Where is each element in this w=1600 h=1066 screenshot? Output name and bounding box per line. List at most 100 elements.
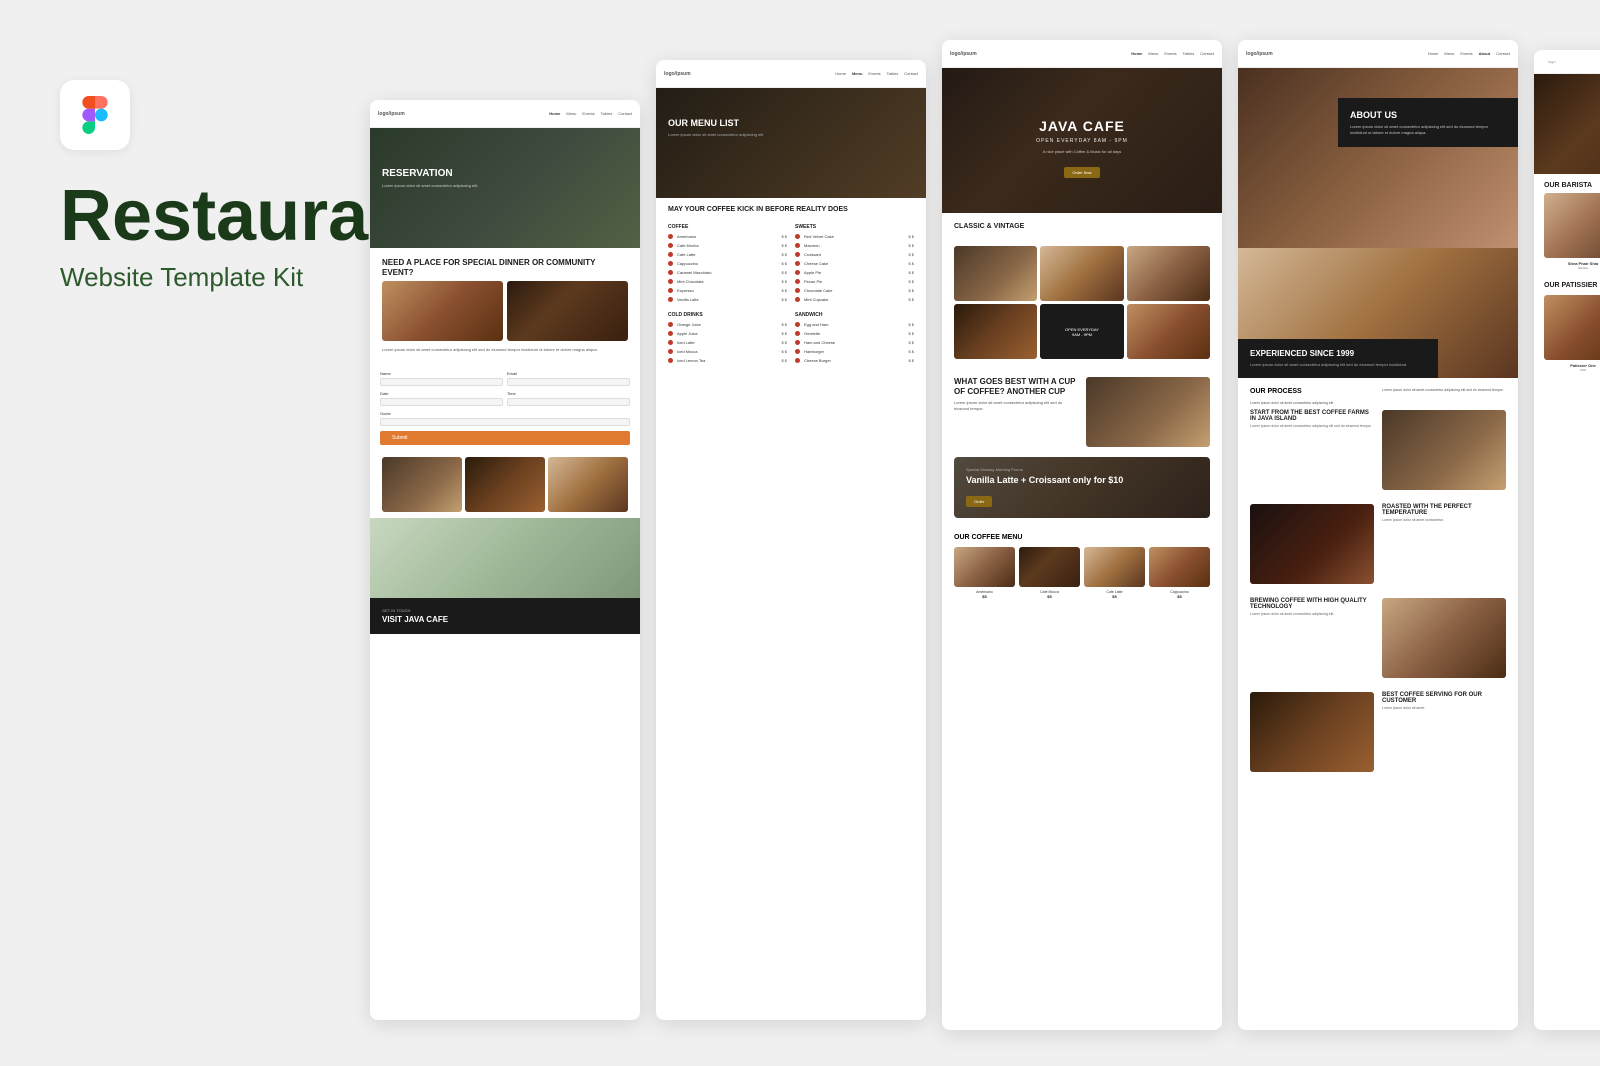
grid-photo-2 bbox=[1040, 246, 1123, 301]
item-price: $ $ bbox=[908, 349, 914, 354]
dot-icon bbox=[668, 297, 673, 302]
menu-item-omelette: Omelette $ $ bbox=[795, 331, 914, 336]
patissier-1-photo bbox=[1544, 295, 1600, 360]
latte-art-photo bbox=[548, 457, 628, 512]
card3-nav: logo/ipsum Home Menu Events Tables Conta… bbox=[942, 40, 1222, 68]
form-name-label: Name bbox=[380, 371, 503, 376]
item-name: Iced Latte bbox=[677, 340, 777, 345]
brand-subtitle: Website Template Kit bbox=[60, 262, 360, 293]
previews-container: logo/ipsum Home Menu Events Tables Conta… bbox=[370, 40, 1580, 1046]
item-price: $ $ bbox=[781, 358, 787, 363]
dot-icon bbox=[795, 340, 800, 345]
reservation-hero: RESERVATION Lorem ipsum dolor sit amet c… bbox=[370, 128, 640, 248]
menu-hero-content: OUR MENU LIST Lorem ipsum dolor sit amet… bbox=[656, 88, 926, 150]
java-cafe-btn[interactable]: Order Now bbox=[1064, 167, 1099, 178]
what-goes-desc: Lorem ipsum dolor sit amet consectetur a… bbox=[954, 400, 1078, 412]
americano-photo bbox=[954, 547, 1015, 587]
card1-footer: GET IN TOUCH VISIT JAVA CAFE bbox=[370, 598, 640, 634]
cold-drinks-category: COLD DRINKS bbox=[668, 312, 787, 318]
card1-nav-menu: Menu bbox=[566, 111, 576, 116]
since-title: EXPERIENCED SINCE 1999 bbox=[1250, 349, 1426, 358]
form-email-label: Email bbox=[507, 371, 630, 376]
menu-hero-title: OUR MENU LIST bbox=[668, 118, 914, 128]
reservation-hero-desc: Lorem ipsum dolor sit amet consectetur a… bbox=[382, 183, 628, 189]
item-price: $ $ bbox=[908, 288, 914, 293]
form-name-group: Name bbox=[380, 371, 503, 391]
dot-icon bbox=[668, 340, 673, 345]
form-email-input[interactable] bbox=[507, 378, 630, 386]
process-item-4-text: BEST COFFEE SERVING FOR OUR CUSTOMER Lor… bbox=[1382, 692, 1506, 778]
menu-item-icedlemon: Iced Lemon Tea $ $ bbox=[668, 358, 787, 363]
mocca-photo bbox=[1019, 547, 1080, 587]
open-sign-text: OPEN EVERYDAY9AM - 9PM bbox=[1061, 323, 1103, 341]
process-item-1-desc: Lorem ipsum dolor sit amet consectetur a… bbox=[1250, 424, 1374, 429]
item-price: $ $ bbox=[781, 297, 787, 302]
card3-nav-menu: Menu bbox=[1148, 51, 1158, 56]
menu-item-icedlatte: Iced Latte $ $ bbox=[668, 340, 787, 345]
mocca-price: $5 bbox=[1019, 594, 1080, 599]
process-item-4: BEST COFFEE SERVING FOR OUR CUSTOMER Lor… bbox=[1250, 692, 1506, 778]
coffee-menu-mocca: Cafe Mocca $5 bbox=[1019, 547, 1080, 599]
menu-item-espresso: Espresso $ $ bbox=[668, 288, 787, 293]
item-price: $ $ bbox=[908, 270, 914, 275]
barista-1: Shea Phair Shia Barista bbox=[1544, 193, 1600, 270]
item-name: Mint Chocolate bbox=[677, 279, 777, 284]
item-name: Vanilla Latte bbox=[677, 297, 777, 302]
form-time-input[interactable] bbox=[507, 398, 630, 406]
menu-item-redvelvet: Red Velvet Cake $ $ bbox=[795, 234, 914, 239]
menu-item-cheesecake: Cheese Cake $ $ bbox=[795, 261, 914, 266]
left-branding: Restaurant Website Template Kit bbox=[60, 80, 360, 293]
cafelatte-price: $5 bbox=[1084, 594, 1145, 599]
reservation-card: logo/ipsum Home Menu Events Tables Conta… bbox=[370, 100, 640, 1020]
since-section: EXPERIENCED SINCE 1999 Lorem ipsum dolor… bbox=[1238, 248, 1518, 378]
need-place-title: NEED A PLACE FOR SPECIAL DINNER OR COMMU… bbox=[382, 258, 628, 277]
item-price: $ $ bbox=[908, 234, 914, 239]
form-date-group: Date bbox=[380, 391, 503, 411]
item-name: Apple Pie bbox=[804, 270, 904, 275]
item-price: $ $ bbox=[781, 270, 787, 275]
promo-title: Vanilla Latte + Croissant only for $10 bbox=[966, 475, 1198, 486]
need-place-section: NEED A PLACE FOR SPECIAL DINNER OR COMMU… bbox=[370, 248, 640, 363]
dot-icon bbox=[668, 322, 673, 327]
java-cafe-hero-content: JAVA CAFE OPEN EVERYDAY 8AM - 9PM A nice… bbox=[942, 68, 1222, 191]
since-desc: Lorem ipsum dolor sit amet consectetur a… bbox=[1250, 362, 1426, 368]
item-price: $ $ bbox=[908, 297, 914, 302]
form-date-row: Date Time bbox=[380, 391, 630, 411]
item-name: Apple Juice bbox=[677, 331, 777, 336]
grid-photo-1 bbox=[954, 246, 1037, 301]
menu-item-icedmocca: Iced Mocca $ $ bbox=[668, 349, 787, 354]
card2-nav-menu: Menu bbox=[852, 71, 862, 76]
card4-nav: logo/ipsum Home Menu Events About Contac… bbox=[1238, 40, 1518, 68]
item-price: $ $ bbox=[908, 340, 914, 345]
menu-item-choccake: Chocolate Cake $ $ bbox=[795, 288, 914, 293]
coffee-menu-grid: Americano $5 Cafe Mocca $5 Cafe Latte $5… bbox=[954, 547, 1210, 599]
form-guest-input[interactable] bbox=[380, 418, 630, 426]
submit-button[interactable]: Submit bbox=[380, 431, 630, 445]
menu-hero-desc: Lorem ipsum dolor sit amet consectetur a… bbox=[668, 132, 914, 138]
menu-two-col: COFFEE Americano $ $ Cafe Mocha $ $ Cafe… bbox=[668, 218, 914, 306]
item-price: $ $ bbox=[781, 288, 787, 293]
card2-nav: logo/ipsum Home Menu Events Tables Conta… bbox=[656, 60, 926, 88]
grid-photo-4 bbox=[954, 304, 1037, 359]
dot-icon bbox=[795, 234, 800, 239]
java-cafe-subtitle: OPEN EVERYDAY 8AM - 9PM bbox=[954, 138, 1210, 144]
menu-list-section: MAY YOUR COFFEE KICK IN BEFORE REALITY D… bbox=[656, 198, 926, 375]
item-price: $ $ bbox=[908, 358, 914, 363]
card3-nav-tables: Tables bbox=[1183, 51, 1195, 56]
americano-price: $5 bbox=[954, 594, 1015, 599]
coffee-menu-cafelatte: Cafe Latte $5 bbox=[1084, 547, 1145, 599]
dot-icon bbox=[668, 243, 673, 248]
card1-logo: logo/ipsum bbox=[378, 111, 405, 117]
promo-btn[interactable]: Order bbox=[966, 496, 992, 507]
card3-nav-home: Home bbox=[1131, 51, 1142, 56]
item-price: $ $ bbox=[781, 279, 787, 284]
menu-item-mint: Mint Chocolate $ $ bbox=[668, 279, 787, 284]
menu-item-aj: Apple Juice $ $ bbox=[668, 331, 787, 336]
form-date-input[interactable] bbox=[380, 398, 503, 406]
card2-nav-events: Events bbox=[868, 71, 880, 76]
form-name-input[interactable] bbox=[380, 378, 503, 386]
dot-icon bbox=[795, 270, 800, 275]
form-name-row: Name Email bbox=[380, 371, 630, 391]
process-header: OUR PROCESS Lorem ipsum dolor sit amet c… bbox=[1250, 388, 1506, 406]
dot-icon bbox=[668, 331, 673, 336]
